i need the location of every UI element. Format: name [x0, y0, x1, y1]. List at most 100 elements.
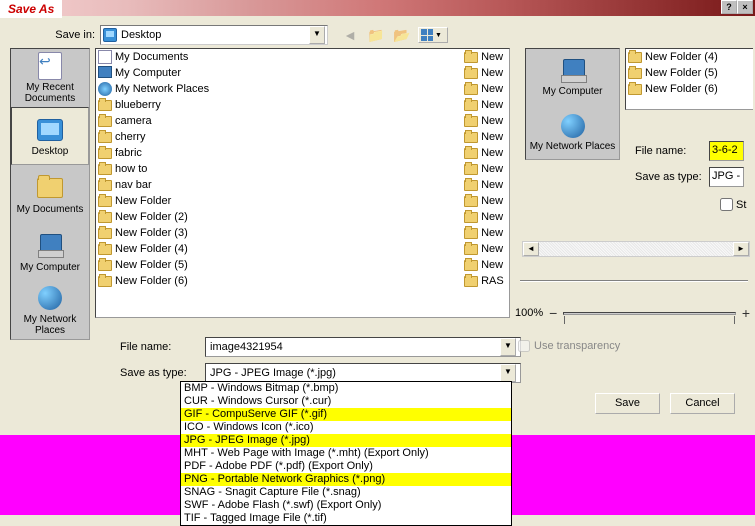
file-type-option[interactable]: BMP - Windows Bitmap (*.bmp)	[181, 382, 511, 395]
secondary-type-combo[interactable]: JPG -	[709, 167, 744, 187]
window-title: Save As	[0, 0, 62, 18]
place-my-computer[interactable]: My Computer	[11, 223, 89, 281]
list-item[interactable]: New	[462, 225, 509, 241]
list-item[interactable]: New Folder (5)	[96, 257, 462, 273]
place-recent-documents[interactable]: My Recent Documents	[11, 49, 89, 107]
list-item[interactable]: New Folder (2)	[96, 209, 462, 225]
place-my-computer[interactable]: My Computer	[526, 49, 619, 104]
list-item[interactable]: New Folder (6)	[96, 273, 462, 289]
folder-icon	[98, 276, 112, 287]
zoom-slider[interactable]	[563, 312, 735, 315]
file-type-option[interactable]: TIF - Tagged Image File (*.tif)	[181, 512, 511, 525]
file-type-option[interactable]: GIF - CompuServe GIF (*.gif)	[181, 408, 511, 421]
file-type-option[interactable]: PDF - Adobe PDF (*.pdf) (Export Only)	[181, 460, 511, 473]
back-icon[interactable]: ◄	[340, 25, 360, 45]
file-type-option[interactable]: SNAG - Snagit Capture File (*.snag)	[181, 486, 511, 499]
list-item[interactable]: blueberry	[96, 97, 462, 113]
list-item[interactable]: fabric	[96, 145, 462, 161]
file-type-option[interactable]: MHT - Web Page with Image (*.mht) (Expor…	[181, 447, 511, 460]
list-item[interactable]: New Folder (4)	[96, 241, 462, 257]
help-button[interactable]: ?	[721, 0, 737, 14]
place-my-documents[interactable]: My Documents	[11, 165, 89, 223]
list-item[interactable]: New	[462, 65, 509, 81]
folder-icon	[464, 244, 478, 255]
secondary-checkbox[interactable]	[720, 198, 733, 211]
file-type-option[interactable]: SWF - Adobe Flash (*.swf) (Export Only)	[181, 499, 511, 512]
scroll-right-icon[interactable]: ►	[733, 242, 749, 256]
folder-icon	[98, 164, 112, 175]
list-item[interactable]: New	[462, 209, 509, 225]
file-type-option[interactable]: CUR - Windows Cursor (*.cur)	[181, 395, 511, 408]
secondary-type-label: Save as type:	[635, 171, 705, 183]
list-item[interactable]: New	[462, 81, 509, 97]
file-name-input[interactable]: image4321954 ▼	[205, 337, 521, 357]
place-my-network-places[interactable]: My Network Places	[526, 104, 619, 159]
list-item[interactable]: New Folder	[96, 193, 462, 209]
list-item[interactable]: New	[462, 129, 509, 145]
zoom-minus-icon[interactable]: −	[549, 305, 557, 321]
secondary-checkbox-label: St	[736, 199, 746, 211]
list-item[interactable]: New Folder (3)	[96, 225, 462, 241]
folder-icon	[464, 260, 478, 271]
list-item[interactable]: cherry	[96, 129, 462, 145]
folder-icon	[98, 180, 112, 191]
list-item[interactable]: New	[462, 161, 509, 177]
zoom-plus-icon[interactable]: +	[742, 305, 750, 321]
secondary-file-name-label: File name:	[635, 145, 705, 157]
secondary-file-name-input[interactable]: 3-6-2	[709, 141, 744, 161]
list-item[interactable]: New	[462, 145, 509, 161]
cancel-button[interactable]: Cancel	[670, 393, 735, 414]
title-gradient	[0, 0, 755, 16]
folder-icon	[464, 180, 478, 191]
scroll-left-icon[interactable]: ◄	[523, 242, 539, 256]
dropdown-arrow-icon[interactable]: ▼	[500, 364, 516, 382]
folder-icon	[98, 244, 112, 255]
place-desktop[interactable]: Desktop	[11, 107, 89, 165]
place-my-network-places[interactable]: My Network Places	[11, 281, 89, 339]
list-item[interactable]: My Computer	[96, 65, 462, 81]
folder-icon	[628, 84, 642, 95]
folder-icon	[98, 100, 112, 111]
folder-icon	[464, 276, 478, 287]
list-item[interactable]: New	[462, 113, 509, 129]
list-item[interactable]: New Folder (4)	[626, 49, 753, 65]
list-item[interactable]: RAS	[462, 273, 509, 289]
close-button[interactable]: ×	[737, 0, 753, 14]
new-folder-icon[interactable]: 📂	[392, 25, 412, 45]
list-item[interactable]: New	[462, 257, 509, 273]
computer-icon	[98, 66, 112, 80]
list-item[interactable]: My Network Places	[96, 81, 462, 97]
file-type-dropdown-list[interactable]: BMP - Windows Bitmap (*.bmp)CUR - Window…	[180, 381, 512, 526]
view-menu-button[interactable]: ▼	[418, 27, 448, 43]
save-in-combo[interactable]: Desktop ▼	[100, 25, 328, 45]
save-button[interactable]: Save	[595, 393, 660, 414]
list-item[interactable]: New Folder (6)	[626, 81, 753, 97]
list-item[interactable]: New	[462, 241, 509, 257]
list-item[interactable]: New Folder (5)	[626, 65, 753, 81]
save-as-type-label: Save as type:	[120, 367, 205, 379]
use-transparency-checkbox	[518, 340, 530, 352]
list-item[interactable]: how to	[96, 161, 462, 177]
list-item[interactable]: New	[462, 49, 509, 65]
folder-icon	[98, 228, 112, 239]
file-type-option[interactable]: PNG - Portable Network Graphics (*.png)	[181, 473, 511, 486]
list-item[interactable]: camera	[96, 113, 462, 129]
folder-icon	[464, 196, 478, 207]
save-as-type-combo[interactable]: JPG - JPEG Image (*.jpg) ▼	[205, 363, 521, 383]
dropdown-arrow-icon[interactable]: ▼	[500, 338, 516, 356]
secondary-horizontal-scrollbar[interactable]: ◄ ►	[522, 241, 750, 257]
list-item[interactable]: nav bar	[96, 177, 462, 193]
list-item[interactable]: My Documents	[96, 49, 462, 65]
file-list[interactable]: My DocumentsMy ComputerMy Network Places…	[95, 48, 510, 318]
secondary-file-list[interactable]: New Folder (4)New Folder (5)New Folder (…	[625, 48, 753, 110]
up-folder-icon[interactable]: 📁	[366, 25, 386, 45]
list-item[interactable]: New	[462, 177, 509, 193]
list-item[interactable]: New	[462, 193, 509, 209]
list-item[interactable]: New	[462, 97, 509, 113]
file-type-option[interactable]: ICO - Windows Icon (*.ico)	[181, 421, 511, 434]
folder-icon	[464, 132, 478, 143]
network-places-icon	[38, 286, 62, 310]
file-type-option[interactable]: JPG - JPEG Image (*.jpg)	[181, 434, 511, 447]
file-name-label: File name:	[120, 341, 205, 353]
dropdown-arrow-icon[interactable]: ▼	[309, 26, 325, 44]
